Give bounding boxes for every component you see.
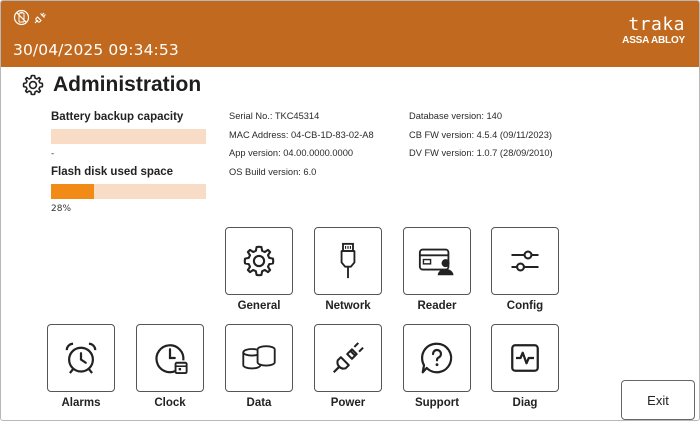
support-button[interactable]: [403, 324, 471, 392]
device-info-left: Serial No.: TKC45314 MAC Address: 04-CB-…: [229, 107, 374, 181]
clock-calendar-icon: [151, 339, 189, 377]
config-label: Config: [506, 300, 544, 312]
gear-icon: [241, 243, 277, 279]
battery-gauge: Battery backup capacity -: [51, 111, 206, 160]
reader-button[interactable]: [403, 227, 471, 295]
sliders-icon: [507, 243, 543, 279]
reader-label: Reader: [417, 300, 457, 312]
flash-gauge-label: Flash disk used space: [51, 166, 174, 178]
network-button[interactable]: [314, 227, 382, 295]
general-button[interactable]: [225, 227, 293, 295]
exit-button[interactable]: Exit: [621, 380, 695, 420]
card-reader-icon: [417, 243, 457, 279]
database-icon: [239, 340, 279, 376]
page-title: Administration: [53, 73, 202, 96]
help-bubble-icon: [418, 339, 456, 377]
clock-button[interactable]: [136, 324, 204, 392]
alarm-clock-icon: [62, 339, 100, 377]
cb-fw-version: CB FW version: 4.5.4 (09/11/2023): [409, 129, 552, 140]
diagnostics-icon: [507, 340, 543, 376]
battery-gauge-percent: -: [51, 149, 55, 159]
diag-label: Diag: [512, 397, 538, 409]
serial-number: Serial No.: TKC45314: [229, 111, 320, 121]
power-label: Power: [330, 397, 366, 409]
page-header: Administration: [21, 73, 201, 97]
power-button[interactable]: [314, 324, 382, 392]
alarms-button[interactable]: [47, 324, 115, 392]
clock-label: Clock: [154, 397, 186, 409]
battery-gauge-track: [51, 129, 206, 144]
support-label: Support: [414, 397, 460, 409]
logo-name: traka: [628, 14, 685, 35]
data-button[interactable]: [225, 324, 293, 392]
flash-gauge-track: [51, 184, 206, 199]
network-cable-icon: [330, 241, 366, 281]
diag-button[interactable]: [491, 324, 559, 392]
header-bar: 30/04/2025 09:34:53 traka ASSA ABLOY: [1, 1, 699, 67]
power-plug-icon: [32, 9, 49, 26]
data-label: Data: [246, 397, 272, 409]
database-version: Database version: 140: [409, 111, 503, 121]
config-button[interactable]: [491, 227, 559, 295]
power-plug-icon: [329, 339, 367, 377]
app-version: App version: 04.00.0000.0000: [229, 148, 354, 158]
device-info-right: Database version: 140 CB FW version: 4.5…: [409, 107, 553, 163]
flash-gauge-fill: [51, 184, 95, 199]
battery-status-icon: [13, 9, 30, 26]
flash-gauge-percent: 28%: [51, 204, 72, 214]
traka-logo: traka ASSA ABLOY: [622, 15, 685, 47]
alarms-label: Alarms: [61, 397, 101, 409]
battery-gauge-label: Battery backup capacity: [51, 111, 184, 123]
network-label: Network: [325, 300, 371, 312]
status-icons: [13, 9, 49, 26]
flash-gauge: Flash disk used space 28%: [51, 166, 206, 215]
datetime: 30/04/2025 09:34:53: [13, 41, 179, 59]
mac-address: MAC Address: 04-CB-1D-83-02-A8: [229, 129, 374, 140]
dv-fw-version: DV FW version: 1.0.7 (28/09/2010): [409, 148, 553, 158]
logo-subtext: ASSA ABLOY: [622, 35, 685, 46]
general-label: General: [237, 300, 281, 312]
os-build-version: OS Build version: 6.0: [229, 166, 317, 177]
admin-screen: 30/04/2025 09:34:53 traka ASSA ABLOY Adm…: [0, 0, 700, 421]
gear-icon: [21, 73, 45, 97]
